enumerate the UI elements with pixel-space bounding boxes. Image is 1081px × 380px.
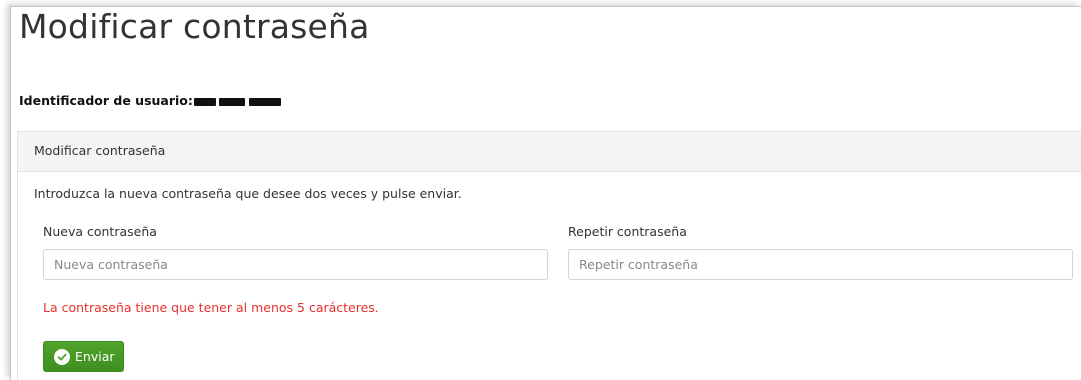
user-identifier-label: Identificador de usuario:: [19, 93, 193, 108]
check-circle-icon: [54, 348, 70, 365]
repeat-password-group: Repetir contraseña: [568, 224, 1073, 280]
repeat-password-input[interactable]: [568, 249, 1073, 280]
new-password-label: Nueva contraseña: [43, 224, 157, 239]
window-frame: Modificar contraseña Identificador de us…: [10, 6, 1081, 380]
user-identifier-value: [193, 93, 281, 108]
check-mark-icon: [57, 353, 67, 360]
validation-error: La contraseña tiene que tener al menos 5…: [43, 300, 379, 315]
submit-button[interactable]: Enviar: [43, 341, 124, 372]
page-title: Modificar contraseña: [19, 7, 370, 46]
redaction-mark: [248, 97, 281, 106]
user-identifier: Identificador de usuario:: [19, 93, 281, 108]
panel-heading: Modificar contraseña: [18, 132, 1081, 172]
redaction-mark: [193, 97, 216, 106]
new-password-input[interactable]: [43, 249, 548, 280]
redaction-mark: [218, 97, 245, 106]
submit-label: Enviar: [75, 349, 115, 364]
instructions-text: Introduzca la nueva contraseña que desee…: [34, 186, 462, 201]
repeat-password-label: Repetir contraseña: [568, 224, 687, 239]
change-password-panel: Modificar contraseña Introduzca la nueva…: [17, 131, 1081, 380]
new-password-group: Nueva contraseña: [43, 224, 548, 280]
